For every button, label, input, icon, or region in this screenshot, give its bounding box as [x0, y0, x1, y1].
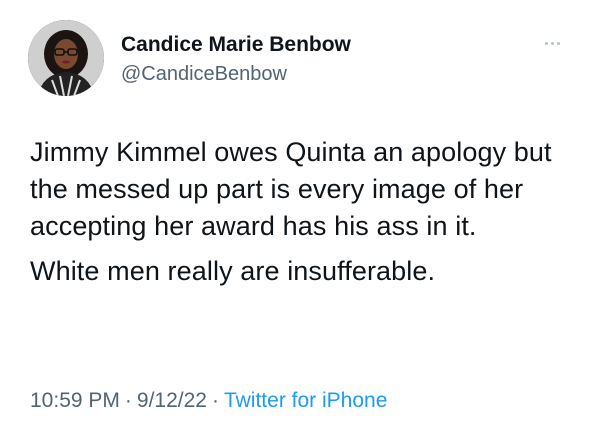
more-options-button[interactable] [538, 33, 566, 53]
tweet-source-link[interactable]: Twitter for iPhone [224, 389, 387, 412]
user-handle[interactable]: @CandiceBenbow [121, 62, 287, 86]
tweet-date[interactable]: 9/12/22 [137, 389, 207, 412]
more-dots-icon [556, 41, 560, 45]
separator: · [124, 389, 132, 412]
avatar-photo-icon [28, 20, 104, 96]
tweet-paragraph: White men really are insufferable. [30, 256, 436, 286]
avatar[interactable] [28, 20, 104, 96]
tweet-metadata: 10:59 PM · 9/12/22 · Twitter for iPhone [30, 388, 387, 414]
more-dots-icon [544, 41, 548, 45]
tweet-paragraph: Jimmy Kimmel owes Quinta an apology but … [30, 137, 552, 241]
tweet-card: Candice Marie Benbow @CandiceBenbow Jimm… [0, 0, 595, 435]
separator: · [211, 389, 219, 412]
display-name[interactable]: Candice Marie Benbow [121, 32, 351, 58]
tweet-text: Jimmy Kimmel owes Quinta an apology but … [30, 134, 570, 290]
more-dots-icon [550, 41, 554, 45]
tweet-time[interactable]: 10:59 PM [30, 389, 120, 412]
